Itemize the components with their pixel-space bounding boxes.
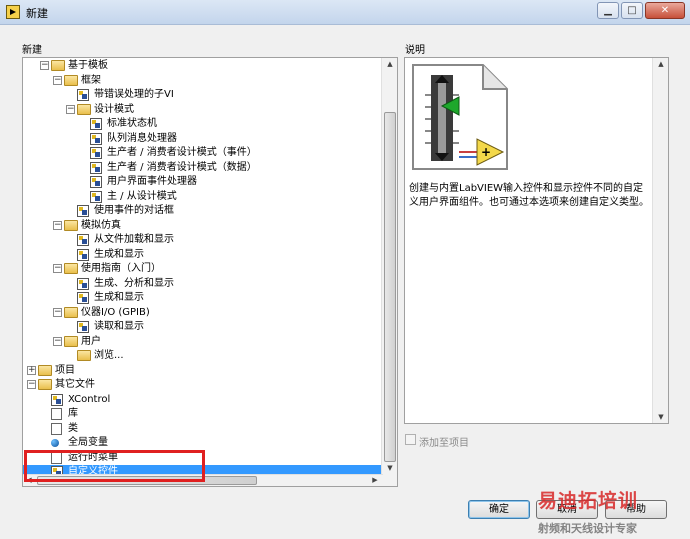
description-panel: + 创建与内置LabVIEW输入控件和显示控件不同的自定义用户界面组件。也可通过… <box>404 57 669 424</box>
tree-item-label: 标准状态机 <box>107 118 157 129</box>
tree-item-label: 带错误处理的子VI <box>94 89 174 100</box>
close-button[interactable]: ✕ <box>645 2 685 19</box>
tree-item-label: 读取和显示 <box>94 321 144 332</box>
description-scrollbar[interactable]: ▲ ▼ <box>652 58 668 423</box>
tree-item-label: 模拟仿真 <box>81 219 121 231</box>
vi-template-icon <box>77 234 89 246</box>
watermark-brand: 易迪拓培训 <box>538 490 639 512</box>
folder-icon <box>38 379 52 390</box>
vi-template-icon <box>77 292 89 304</box>
tree-item-label: 仪器I/O (GPIB) <box>81 306 150 318</box>
scroll-right-arrow-icon[interactable]: ▶ <box>369 476 381 484</box>
vi-template-icon <box>77 277 89 290</box>
minimize-button[interactable]: ▁ <box>597 2 619 19</box>
description-section-label: 说明 <box>405 45 425 56</box>
tree-vertical-scrollbar[interactable]: ▲ ▼ <box>381 58 397 486</box>
folder-icon <box>64 74 78 86</box>
tree-item-label: 设计模式 <box>94 103 134 115</box>
watermark-subtitle: 射频和天线设计专家 <box>538 522 637 535</box>
ok-button[interactable]: 确定 <box>468 500 530 519</box>
xcontrol-icon <box>51 393 63 406</box>
tree-item-label: 使用指南（入门） <box>81 263 161 274</box>
tree-item-label: 浏览... <box>94 350 124 361</box>
tree-item-label: 生产者 / 消费者设计模式（事件） <box>107 147 257 158</box>
vi-template-icon <box>90 161 102 174</box>
vi-template-icon <box>90 176 102 188</box>
tree-item-label: 其它文件 <box>55 379 95 390</box>
scroll-up-arrow-icon[interactable]: ▲ <box>382 60 397 68</box>
collapse-toggle-icon[interactable]: − <box>53 75 62 85</box>
add-to-project-checkbox[interactable] <box>405 434 416 445</box>
collapse-toggle-icon[interactable]: − <box>40 61 49 70</box>
tree-item-label: 使用事件的对话框 <box>94 205 174 216</box>
folder-icon <box>64 263 78 274</box>
tree-item-label: 主 / 从设计模式 <box>107 190 177 202</box>
scroll-down-arrow-icon[interactable]: ▼ <box>382 464 397 472</box>
vi-template-icon <box>90 147 102 159</box>
vi-template-icon <box>77 321 89 333</box>
tree-item-label: 框架 <box>81 74 101 86</box>
tree-item-label: 项目 <box>55 364 75 376</box>
library-icon <box>51 408 62 420</box>
collapse-toggle-icon[interactable]: − <box>53 264 62 273</box>
folder-icon <box>64 306 78 318</box>
add-to-project-label: 添加至项目 <box>419 438 469 449</box>
tree-item-label: XControl <box>68 393 111 405</box>
folder-icon <box>38 364 52 376</box>
template-tree[interactable]: − 基于模板 − 框架 带错误处理的子VI − 设计模式 标准状态机 队列消息处理器 生产者 / … <box>22 57 398 487</box>
collapse-toggle-icon[interactable]: − <box>53 220 62 230</box>
expand-toggle-icon[interactable]: + <box>27 365 36 375</box>
tree-item-label: 库 <box>68 408 78 419</box>
maximize-button[interactable]: □ <box>621 2 643 19</box>
folder-icon <box>51 60 65 71</box>
vertical-scroll-thumb[interactable] <box>384 112 396 462</box>
vi-template-icon <box>77 205 89 217</box>
tree-item-label: 类 <box>68 422 78 434</box>
collapse-toggle-icon[interactable]: − <box>27 380 36 389</box>
labview-app-icon <box>6 5 20 19</box>
collapse-toggle-icon[interactable]: − <box>53 307 62 317</box>
tree-item-label: 用户 <box>81 335 101 347</box>
tree-item-label: 基于模板 <box>68 60 108 71</box>
svg-text:+: + <box>481 145 491 159</box>
tree-item-label: 生产者 / 消费者设计模式（数据） <box>107 161 257 173</box>
vi-template-icon <box>90 132 102 145</box>
vi-template-icon <box>77 248 89 261</box>
vi-template-icon <box>90 190 102 203</box>
tree-item-label: 全局变量 <box>68 437 108 448</box>
tree-item-label: 生成、分析和显示 <box>94 277 174 289</box>
tree-item-label: 队列消息处理器 <box>107 132 177 144</box>
collapse-toggle-icon[interactable]: − <box>53 336 62 346</box>
description-scroll-up-icon[interactable]: ▲ <box>653 60 668 68</box>
vi-template-icon <box>77 89 89 101</box>
vi-template-icon <box>90 118 102 130</box>
tree-item-label: 生成和显示 <box>94 248 144 260</box>
folder-icon <box>64 219 78 231</box>
new-section-label: 新建 <box>22 45 42 56</box>
collapse-toggle-icon[interactable]: − <box>66 104 75 114</box>
tree-item-label: 用户界面事件处理器 <box>107 176 197 187</box>
folder-icon <box>77 350 91 361</box>
description-scroll-down-icon[interactable]: ▼ <box>653 413 668 421</box>
globe-icon <box>51 439 59 447</box>
highlight-box <box>24 450 205 482</box>
folder-icon <box>77 103 91 115</box>
folder-icon <box>64 335 78 347</box>
window-title: 新建 <box>26 7 48 20</box>
custom-control-preview-icon: + <box>412 64 508 170</box>
description-text: 创建与内置LabVIEW输入控件和显示控件不同的自定义用户界面组件。也可通过本选… <box>409 183 649 208</box>
class-icon <box>51 422 62 435</box>
tree-item-label: 生成和显示 <box>94 292 144 303</box>
tree-item-label: 从文件加载和显示 <box>94 234 174 245</box>
title-bar: 新建 ▁ □ ✕ <box>0 0 690 25</box>
